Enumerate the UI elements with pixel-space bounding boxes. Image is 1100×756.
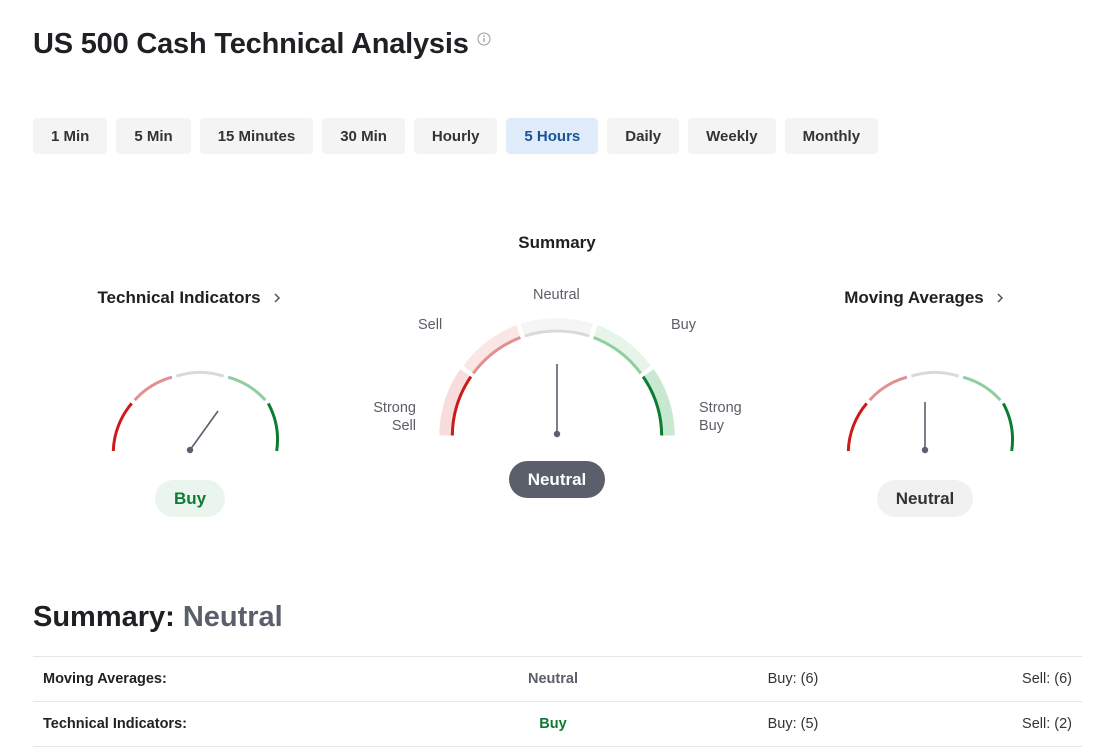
tab-monthly[interactable]: Monthly (784, 118, 879, 154)
summary-section-title: Summary: Neutral (33, 601, 283, 634)
summary-gauge-label-buy: Buy (671, 317, 696, 333)
tab-5-hours[interactable]: 5 Hours (506, 118, 599, 154)
row-sell-count: Sell: (2) (1022, 716, 1072, 732)
chevron-right-icon (274, 293, 280, 303)
tab-1-min[interactable]: 1 Min (33, 118, 108, 154)
summary-heading: Summary (518, 233, 596, 252)
technical-needle (189, 410, 219, 451)
row-label: Technical Indicators: (43, 716, 187, 732)
timeframe-tabs: 1 Min 5 Min 15 Minutes 30 Min Hourly 5 H… (33, 118, 879, 154)
summary-gauge-dial (439, 318, 675, 438)
table-row: Technical Indicators: Buy Buy: (5) Sell:… (33, 701, 1082, 747)
summary-gauge-label-neutral: Neutral (533, 287, 580, 303)
moving-averages-link[interactable]: Moving Averages (815, 288, 1035, 308)
tab-daily[interactable]: Daily (607, 118, 680, 154)
moving-averages-heading: Moving Averages (844, 288, 984, 307)
technical-indicators-gauge: Technical Indicators Buy (80, 288, 300, 517)
summary-verdict-wrap: Neutral (447, 461, 667, 498)
technical-indicators-link[interactable]: Technical Indicators (80, 288, 300, 308)
summary-gauge: Summary (447, 233, 667, 253)
summary-gauge-label-strong-buy: Strong Buy (699, 400, 742, 434)
row-verdict: Neutral (528, 671, 578, 687)
summary-needle-pivot (553, 430, 561, 438)
tab-weekly[interactable]: Weekly (688, 118, 776, 154)
summary-title-label: Summary: (33, 601, 175, 633)
page-title: US 500 Cash Technical Analysis (33, 28, 469, 60)
row-verdict: Buy (539, 716, 567, 732)
moving-gauge-dial (846, 371, 1014, 454)
technical-needle-pivot (186, 446, 194, 454)
summary-title-value: Neutral (182, 601, 283, 633)
technical-verdict-badge: Buy (154, 480, 226, 517)
tab-30-min[interactable]: 30 Min (322, 118, 405, 154)
technical-indicators-heading: Technical Indicators (97, 288, 261, 307)
title-row: US 500 Cash Technical Analysis (33, 26, 491, 62)
row-buy-count: Buy: (5) (767, 716, 819, 732)
row-sell-count: Sell: (6) (1022, 671, 1072, 687)
table-row: Moving Averages: Neutral Buy: (6) Sell: … (33, 656, 1082, 702)
summary-table: Moving Averages: Neutral Buy: (6) Sell: … (33, 656, 1082, 747)
row-buy-count: Buy: (6) (767, 671, 819, 687)
tab-15-minutes[interactable]: 15 Minutes (199, 118, 314, 154)
row-label: Moving Averages: (43, 671, 167, 687)
moving-verdict-badge: Neutral (876, 480, 974, 517)
tab-hourly[interactable]: Hourly (413, 118, 498, 154)
summary-gauge-label-sell: Sell (418, 317, 443, 333)
moving-needle-pivot (921, 446, 929, 454)
summary-gauge-label-strong-sell: Strong Sell (373, 400, 416, 434)
info-icon[interactable] (477, 32, 491, 46)
technical-gauge-dial (111, 371, 279, 454)
chevron-right-icon (997, 293, 1003, 303)
summary-verdict-badge: Neutral (508, 461, 606, 498)
moving-averages-gauge: Moving Averages Neutral (815, 288, 1035, 517)
tab-5-min[interactable]: 5 Min (116, 118, 191, 154)
